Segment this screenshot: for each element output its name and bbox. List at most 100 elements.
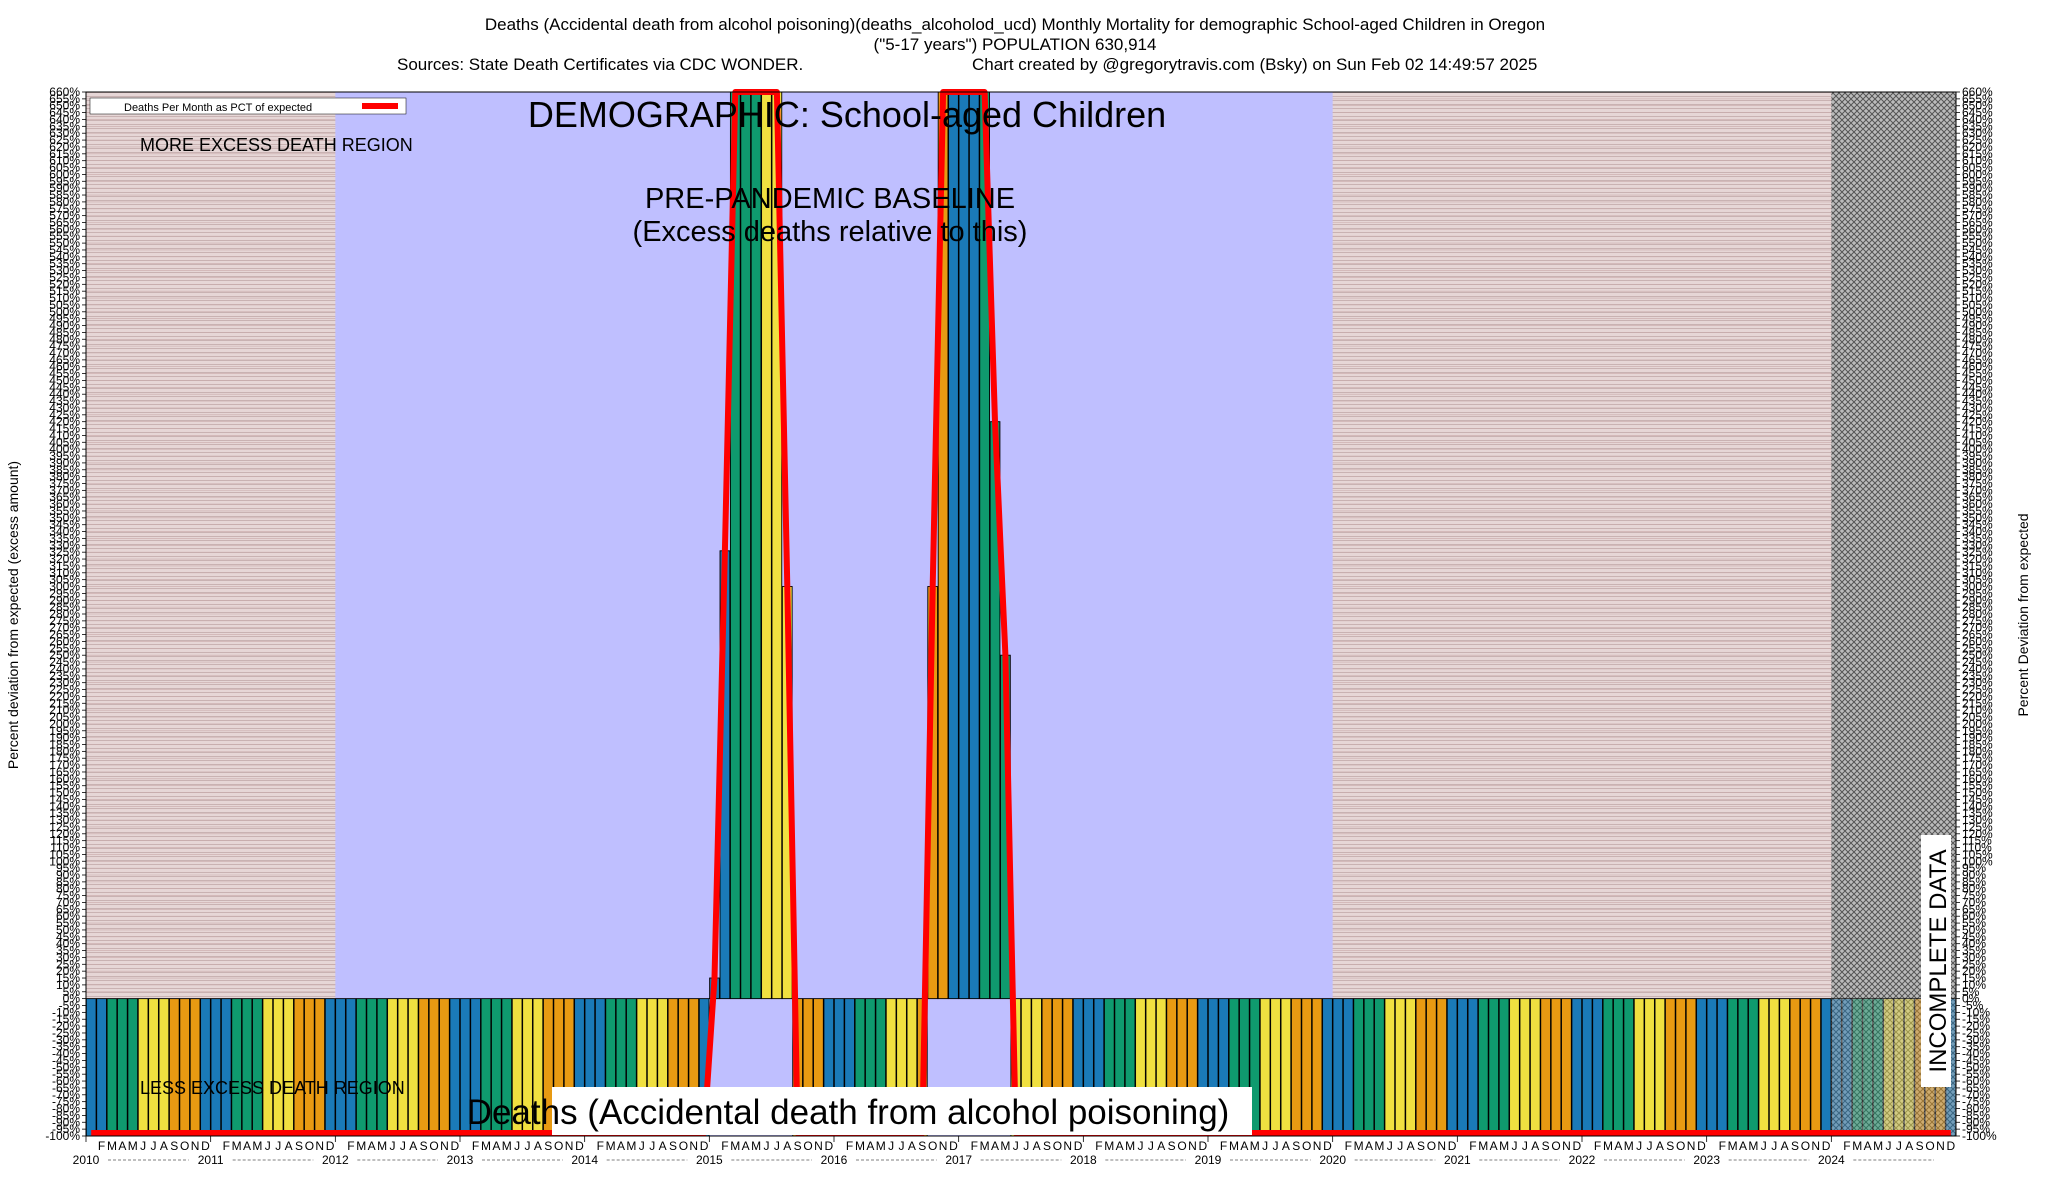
bar: [1311, 998, 1323, 1137]
bar: [355, 998, 367, 1137]
x-month-label: N: [1936, 1139, 1945, 1153]
bar: [1810, 998, 1822, 1137]
bar: [376, 998, 388, 1137]
bar: [1675, 998, 1687, 1137]
x-month-label: F: [846, 1139, 853, 1153]
bar: [1800, 998, 1811, 1137]
x-month-label: A: [1531, 1139, 1539, 1153]
x-month-label: D: [326, 1139, 335, 1153]
bar: [1779, 998, 1790, 1137]
mortality-chart: Deaths (Accidental death from alcohol po…: [5, 15, 2031, 1167]
x-month-label: A: [991, 1139, 999, 1153]
x-month-label: O: [803, 1139, 812, 1153]
chart-sources: Sources: State Death Certificates via CD…: [397, 55, 803, 74]
x-month-label: S: [295, 1139, 303, 1153]
x-month-label: D: [575, 1139, 584, 1153]
bar: [1664, 998, 1676, 1137]
x-year-label: 2014: [571, 1153, 598, 1167]
x-month-label: O: [1676, 1139, 1685, 1153]
x-month-label: M: [855, 1139, 865, 1153]
annotation-less-excess: LESS EXCESS DEATH REGION: [140, 1078, 405, 1098]
x-month-label: F: [1469, 1139, 1476, 1153]
bar: [168, 998, 180, 1137]
x-month-label: O: [180, 1139, 189, 1153]
bar: [1446, 998, 1458, 1137]
x-month-label: A: [866, 1139, 874, 1153]
bar: [179, 998, 191, 1137]
x-month-label: A: [1656, 1139, 1664, 1153]
annotation-baseline-subtitle: (Excess deaths relative to this): [633, 216, 1028, 248]
x-axis: FMAMJJASONDFMAMJJASONDFMAMJJASONDFMAMJJA…: [73, 1136, 1955, 1167]
x-year-label: 2020: [1319, 1153, 1346, 1167]
x-month-label: M: [481, 1139, 491, 1153]
x-month-label: O: [1427, 1139, 1436, 1153]
bar: [1685, 998, 1697, 1137]
y-tick-label: 660%: [49, 85, 80, 99]
x-month-label: A: [1116, 1139, 1124, 1153]
x-month-label: D: [700, 1139, 709, 1153]
bar: [1727, 998, 1738, 1137]
bar: [1768, 998, 1780, 1137]
incomplete-label: INCOMPLETE DATA: [1921, 835, 1952, 1087]
bar: [1322, 998, 1333, 1137]
x-month-label: J: [1771, 1139, 1777, 1153]
x-month-label: M: [107, 1139, 117, 1153]
x-year-label: 2021: [1444, 1153, 1471, 1167]
x-year-label: 2015: [696, 1153, 723, 1167]
x-month-label: J: [525, 1139, 531, 1153]
bar: [1633, 998, 1645, 1137]
bar: [1748, 998, 1759, 1137]
x-month-label: D: [1822, 1139, 1831, 1153]
x-month-label: O: [1801, 1139, 1810, 1153]
bar: [148, 998, 159, 1137]
x-year-label: 2019: [1195, 1153, 1222, 1167]
bar: [407, 998, 419, 1137]
bar: [252, 998, 263, 1137]
x-month-label: F: [597, 1139, 604, 1153]
x-month-label: M: [1748, 1139, 1758, 1153]
x-month-label: J: [888, 1139, 894, 1153]
x-month-label: J: [1013, 1139, 1019, 1153]
x-month-label: M: [1104, 1139, 1114, 1153]
x-month-label: M: [1624, 1139, 1634, 1153]
x-month-label: A: [1739, 1139, 1747, 1153]
x-month-label: S: [170, 1139, 178, 1153]
x-month-label: N: [565, 1139, 574, 1153]
x-month-label: J: [1511, 1139, 1517, 1153]
x-month-label: M: [1374, 1139, 1384, 1153]
annotation-more-excess: MORE EXCESS DEATH REGION: [140, 135, 413, 155]
bar: [241, 998, 253, 1137]
x-month-label: N: [814, 1139, 823, 1153]
x-month-label: J: [1896, 1139, 1902, 1153]
bar: [1259, 998, 1271, 1137]
bar: [1737, 998, 1749, 1137]
bar: [1561, 998, 1572, 1137]
x-month-label: O: [679, 1139, 688, 1153]
x-month-label: D: [1448, 1139, 1457, 1153]
x-month-label: M: [1603, 1139, 1613, 1153]
x-month-label: J: [1647, 1139, 1653, 1153]
y-axis-label-right: Percent Deviation from expected: [2015, 513, 2031, 716]
x-month-label: J: [1885, 1139, 1891, 1153]
x-month-label: A: [118, 1139, 126, 1153]
x-month-label: J: [265, 1139, 271, 1153]
bar: [1457, 998, 1468, 1137]
x-month-label: J: [275, 1139, 281, 1153]
chart-title-line2: ("5-17 years") POPULATION 630,914: [874, 35, 1157, 54]
x-month-label: N: [1188, 1139, 1197, 1153]
chart-title-line1: Deaths (Accidental death from alcohol po…: [485, 15, 1545, 34]
x-month-label: A: [1240, 1139, 1248, 1153]
x-month-label: A: [1033, 1139, 1041, 1153]
x-month-label: O: [305, 1139, 314, 1153]
bar: [1477, 998, 1489, 1137]
x-month-label: S: [1168, 1139, 1176, 1153]
x-month-label: S: [1043, 1139, 1051, 1153]
bar: [1467, 998, 1479, 1137]
bar: [1436, 998, 1448, 1137]
x-month-label: S: [918, 1139, 926, 1153]
x-month-label: J: [1137, 1139, 1143, 1153]
x-month-label: M: [1354, 1139, 1364, 1153]
x-month-label: F: [1220, 1139, 1227, 1153]
bar: [1644, 998, 1655, 1137]
x-month-label: J: [1273, 1139, 1279, 1153]
